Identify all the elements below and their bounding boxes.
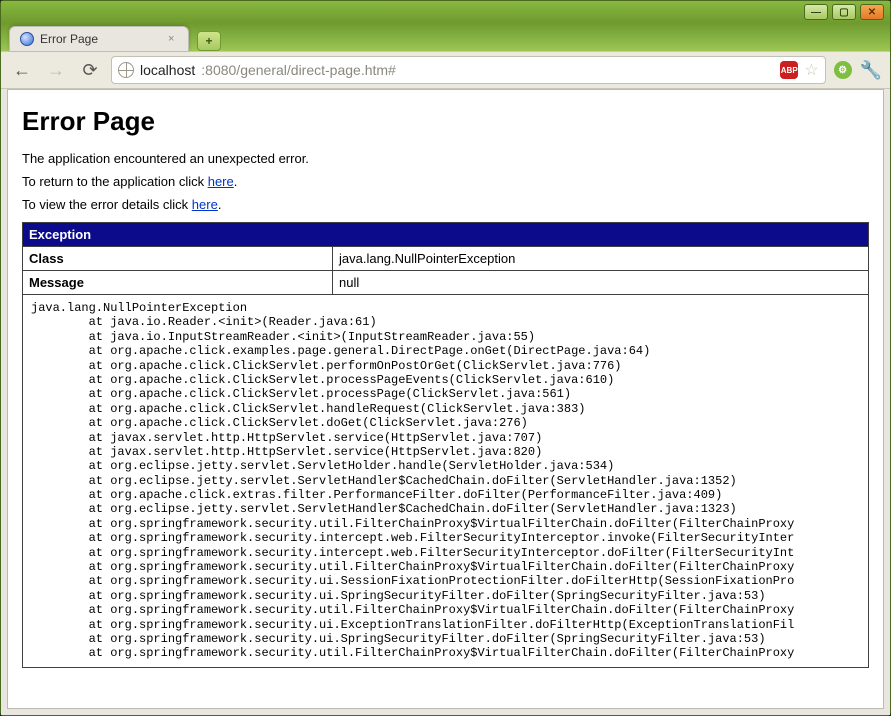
exception-message-value: null bbox=[333, 271, 869, 295]
details-line: To view the error details click here. bbox=[22, 197, 869, 212]
tab-title: Error Page bbox=[40, 32, 98, 46]
browser-window: — ▢ ✕ Error Page × + ← → ⟳ localhost :808… bbox=[0, 0, 891, 716]
window-titlebar: — ▢ ✕ bbox=[1, 1, 890, 23]
window-minimize-button[interactable]: — bbox=[804, 4, 828, 20]
details-link[interactable]: here bbox=[192, 197, 218, 212]
extension-icon[interactable]: ⚙ bbox=[834, 61, 852, 79]
return-prefix: To return to the application click bbox=[22, 174, 208, 189]
reload-button[interactable]: ⟳ bbox=[77, 57, 103, 83]
return-suffix: . bbox=[234, 174, 238, 189]
tab-close-icon[interactable]: × bbox=[168, 33, 180, 45]
url-path: :8080/general/direct-page.htm# bbox=[201, 62, 396, 78]
forward-button[interactable]: → bbox=[43, 57, 69, 83]
adblock-icon[interactable]: ABP bbox=[780, 61, 798, 79]
new-tab-button[interactable]: + bbox=[197, 31, 221, 51]
page-title: Error Page bbox=[22, 106, 869, 137]
bookmark-star-icon[interactable]: ☆ bbox=[804, 60, 818, 80]
exception-class-label: Class bbox=[23, 247, 333, 271]
page-body[interactable]: Error Page The application encountered a… bbox=[7, 89, 884, 709]
wrench-menu-icon[interactable]: 🔧 bbox=[860, 60, 882, 81]
browser-toolbar: ← → ⟳ localhost :8080/general/direct-page… bbox=[1, 51, 890, 89]
globe-icon bbox=[118, 62, 134, 78]
exception-table: Exception Class java.lang.NullPointerExc… bbox=[22, 222, 869, 295]
tab-strip: Error Page × + bbox=[1, 23, 890, 51]
return-line: To return to the application click here. bbox=[22, 174, 869, 189]
window-maximize-button[interactable]: ▢ bbox=[832, 4, 856, 20]
window-close-button[interactable]: ✕ bbox=[860, 4, 884, 20]
back-button[interactable]: ← bbox=[9, 57, 35, 83]
content-area: Error Page The application encountered a… bbox=[1, 89, 890, 715]
address-bar[interactable]: localhost:8080/general/direct-page.htm# … bbox=[111, 56, 826, 84]
details-prefix: To view the error details click bbox=[22, 197, 192, 212]
browser-tab[interactable]: Error Page × bbox=[9, 26, 189, 51]
details-suffix: . bbox=[218, 197, 222, 212]
error-intro-text: The application encountered an unexpecte… bbox=[22, 151, 869, 166]
url-host: localhost bbox=[140, 62, 195, 78]
exception-message-label: Message bbox=[23, 271, 333, 295]
return-link[interactable]: here bbox=[208, 174, 234, 189]
exception-class-value: java.lang.NullPointerException bbox=[333, 247, 869, 271]
stack-trace: java.lang.NullPointerException at java.i… bbox=[22, 295, 869, 668]
exception-header: Exception bbox=[23, 223, 869, 247]
tab-favicon bbox=[20, 32, 34, 46]
